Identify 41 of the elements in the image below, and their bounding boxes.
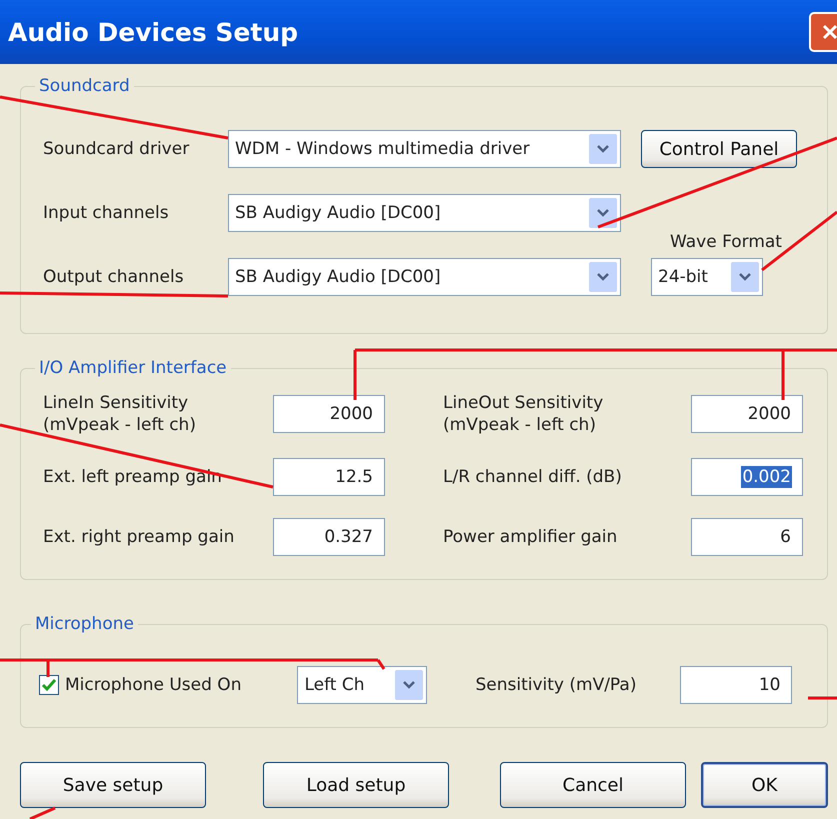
leader-line bbox=[29, 806, 56, 819]
dialog-button[interactable]: OK bbox=[701, 762, 828, 808]
group-title: I/O Amplifier Interface bbox=[38, 358, 228, 378]
field-label: LineIn Sensitivity (mVpeak - left ch) bbox=[43, 392, 197, 436]
field-label: Power amplifier gain bbox=[442, 526, 618, 548]
input-field[interactable]: 12.5 bbox=[273, 458, 385, 496]
input-field[interactable]: 10 bbox=[680, 666, 792, 704]
dialog-button[interactable]: Load setup bbox=[263, 762, 449, 808]
dropdown[interactable]: WDM - Windows multimedia driver bbox=[228, 130, 621, 168]
window-title: Audio Devices Setup bbox=[8, 18, 298, 46]
chevron-down-icon bbox=[589, 262, 617, 292]
field-label: Input channels bbox=[43, 203, 170, 223]
input-field[interactable]: 0.002 bbox=[691, 458, 803, 496]
dropdown[interactable]: SB Audigy Audio [DC00] bbox=[228, 194, 621, 232]
dialog-button[interactable]: Save setup bbox=[20, 762, 206, 808]
field-label: LineOut Sensitivity (mVpeak - left ch) bbox=[442, 392, 604, 436]
checkbox[interactable] bbox=[39, 675, 59, 695]
chevron-down-icon bbox=[589, 198, 617, 228]
checkbox-label: Microphone Used On bbox=[65, 675, 242, 695]
field-label: L/R channel diff. (dB) bbox=[442, 466, 623, 488]
wave-format-label: Wave Format bbox=[670, 232, 782, 252]
close-icon bbox=[820, 22, 837, 42]
dialog-button[interactable]: Cancel bbox=[500, 762, 686, 808]
leader-line bbox=[808, 696, 837, 700]
chevron-down-icon bbox=[589, 134, 617, 164]
input-field[interactable]: 2000 bbox=[273, 395, 385, 434]
field-label: Output channels bbox=[43, 267, 185, 287]
input-field[interactable]: 2000 bbox=[691, 395, 803, 434]
input-field[interactable]: 6 bbox=[691, 518, 803, 556]
dropdown[interactable]: Left Ch bbox=[297, 666, 428, 704]
field-label: Soundcard driver bbox=[43, 139, 190, 159]
dropdown[interactable]: SB Audigy Audio [DC00] bbox=[228, 258, 621, 296]
group-title: Soundcard bbox=[38, 76, 131, 96]
chevron-down-icon bbox=[731, 262, 759, 292]
dropdown[interactable]: 24-bit bbox=[651, 258, 763, 296]
group-title: Microphone bbox=[34, 614, 135, 634]
field-label: Ext. right preamp gain bbox=[43, 526, 236, 548]
chevron-down-icon bbox=[395, 670, 424, 700]
field-label: Sensitivity (mV/Pa) bbox=[475, 675, 638, 695]
input-field[interactable]: 0.327 bbox=[273, 518, 385, 556]
control-panel-button[interactable]: Control Panel bbox=[641, 130, 797, 168]
